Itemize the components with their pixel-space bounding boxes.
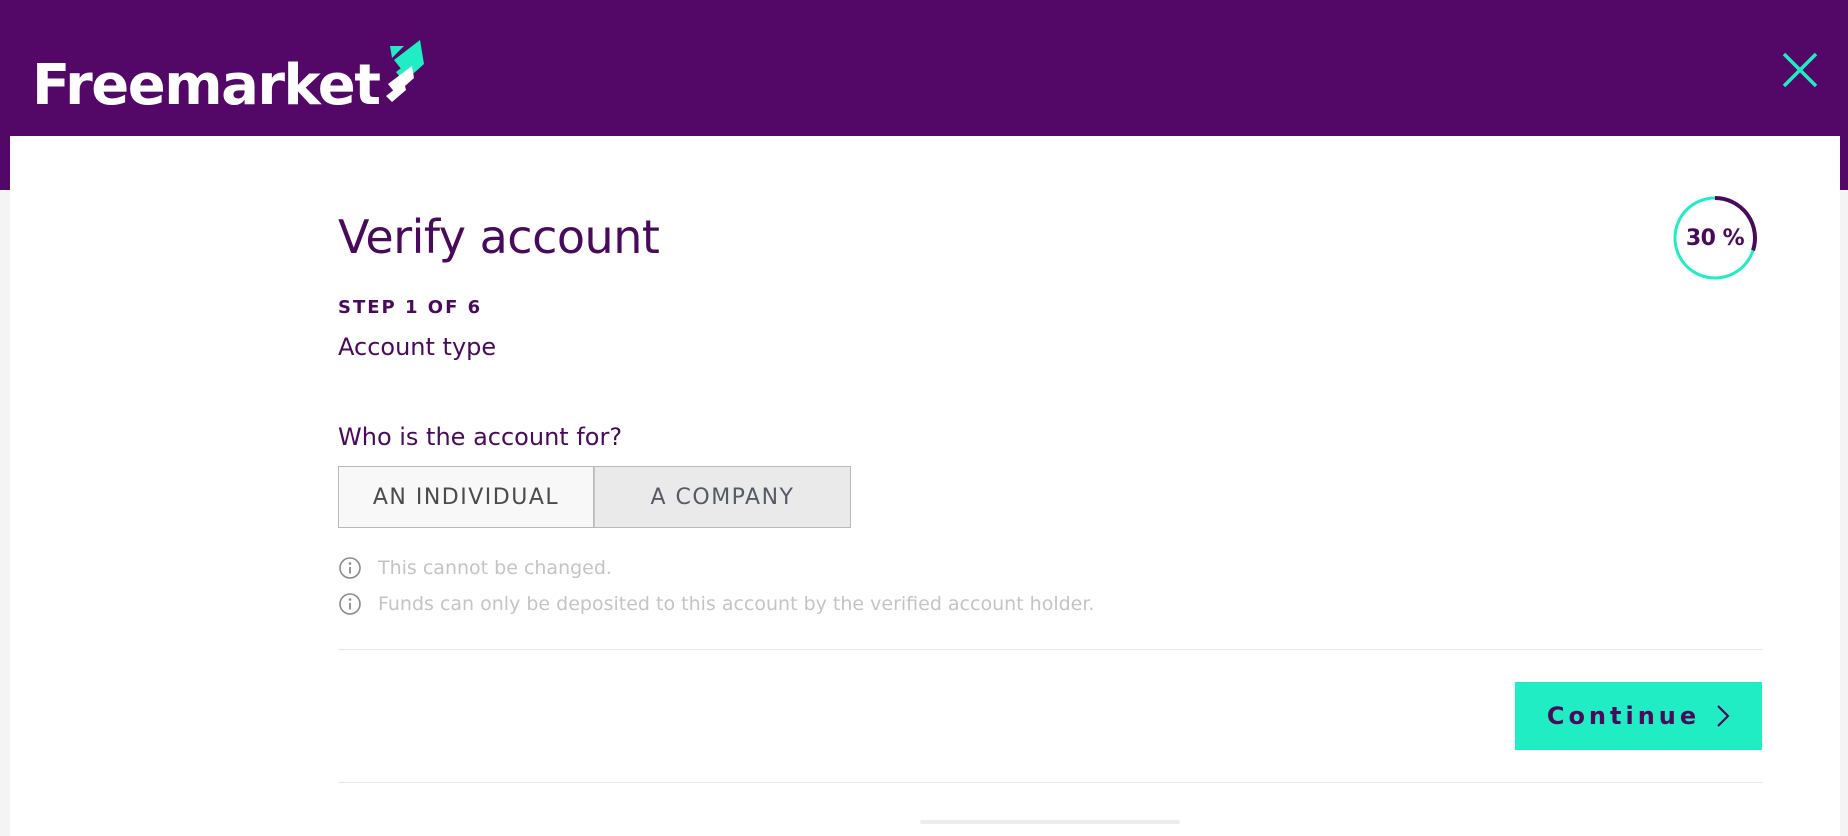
account-type-selector: AN INDIVIDUAL A COMPANY <box>338 466 851 528</box>
info-icon <box>339 593 361 615</box>
freemarket-logo[interactable]: Freemarket <box>32 38 428 114</box>
progress-label: 30 % <box>1685 225 1745 251</box>
continue-button[interactable]: Continue <box>1515 682 1762 750</box>
info-note: This cannot be changed. <box>338 556 612 580</box>
info-note-text: This cannot be changed. <box>378 557 612 579</box>
account-question: Who is the account for? <box>338 423 623 451</box>
scroll-indicator <box>920 820 1180 824</box>
info-note-text: Funds can only be deposited to this acco… <box>378 593 1095 615</box>
chevron-right-icon <box>1717 705 1730 727</box>
progress-ring: 30 % <box>1670 193 1760 283</box>
logo-mark-icon <box>385 40 424 102</box>
logo-text: Freemarket <box>32 53 381 118</box>
step-counter: STEP 1 OF 6 <box>338 297 483 318</box>
close-icon[interactable] <box>1780 50 1820 90</box>
step-name: Account type <box>338 333 497 361</box>
info-icon <box>339 557 361 579</box>
continue-label: Continue <box>1546 702 1701 730</box>
info-note: Funds can only be deposited to this acco… <box>338 592 1094 616</box>
divider <box>338 782 1762 783</box>
divider <box>338 649 1762 650</box>
company-option-button[interactable]: A COMPANY <box>594 466 851 528</box>
individual-option-button[interactable]: AN INDIVIDUAL <box>338 466 594 528</box>
page-title: Verify account <box>338 210 660 264</box>
